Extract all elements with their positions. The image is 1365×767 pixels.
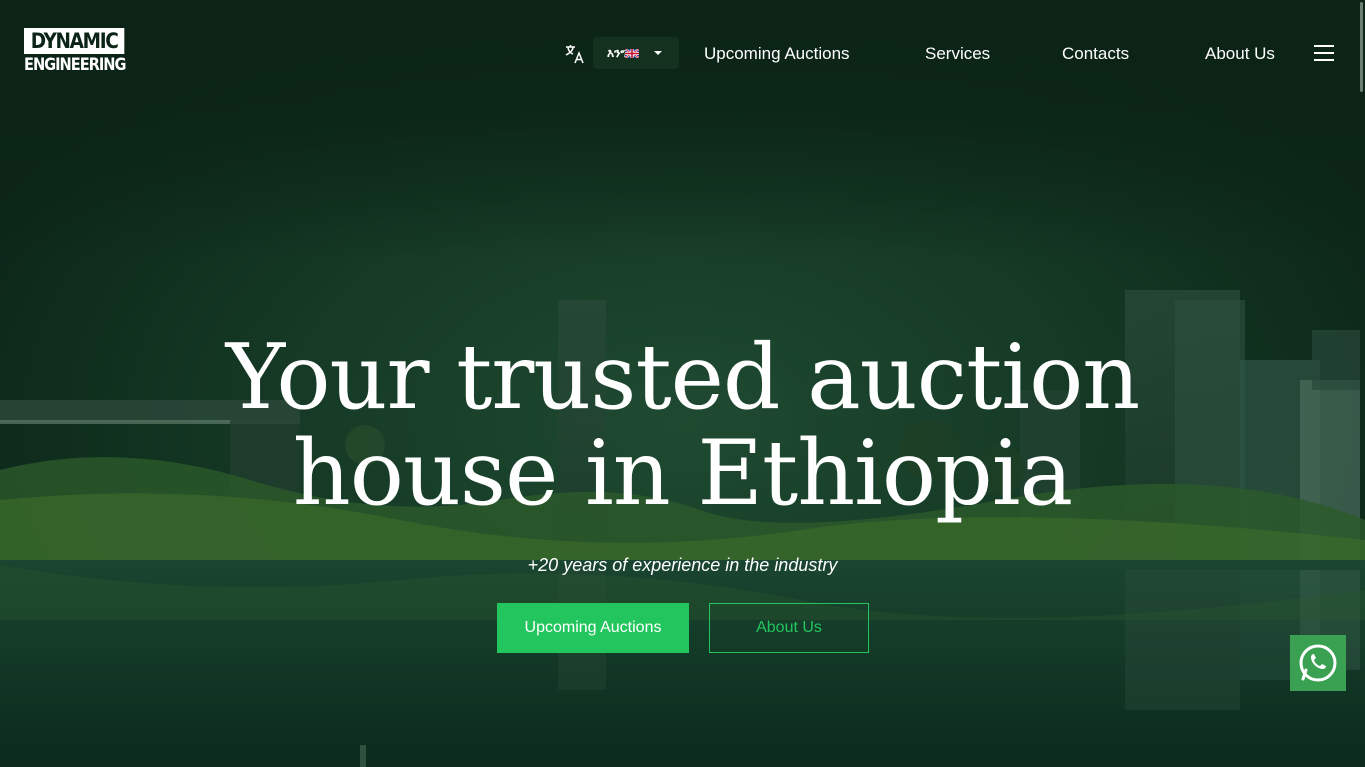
hero-title-line2: house in Ethiopia xyxy=(292,421,1073,526)
logo[interactable]: DYNAMIC ENGINEERING xyxy=(24,28,126,76)
nav-contacts[interactable]: Contacts xyxy=(1062,40,1129,68)
logo-line1: DYNAMIC xyxy=(24,28,125,54)
whatsapp-button[interactable] xyxy=(1290,635,1346,691)
hero-title-line1: Your trusted auction xyxy=(225,325,1141,430)
translate-icon[interactable] xyxy=(562,42,586,66)
hamburger-menu-icon[interactable] xyxy=(1312,43,1336,63)
hero-title: Your trusted auction house in Ethiopia xyxy=(0,330,1365,522)
upcoming-auctions-button[interactable]: Upcoming Auctions xyxy=(497,603,689,653)
logo-line2: ENGINEERING xyxy=(24,55,126,75)
nav-upcoming-auctions[interactable]: Upcoming Auctions xyxy=(704,40,850,68)
language-select[interactable]: እንግ xyxy=(593,37,679,69)
chevron-down-icon xyxy=(654,51,662,55)
uk-flag-icon xyxy=(625,49,639,58)
nav-about-us[interactable]: About Us xyxy=(1205,40,1275,68)
nav-services[interactable]: Services xyxy=(925,40,990,68)
site-header: DYNAMIC ENGINEERING እንግ Upcoming Auction… xyxy=(0,0,1365,106)
whatsapp-icon xyxy=(1299,644,1337,682)
scrollbar-thumb[interactable] xyxy=(1360,2,1363,92)
hero-subtitle: +20 years of experience in the industry xyxy=(527,555,838,575)
about-us-button[interactable]: About Us xyxy=(709,603,869,653)
